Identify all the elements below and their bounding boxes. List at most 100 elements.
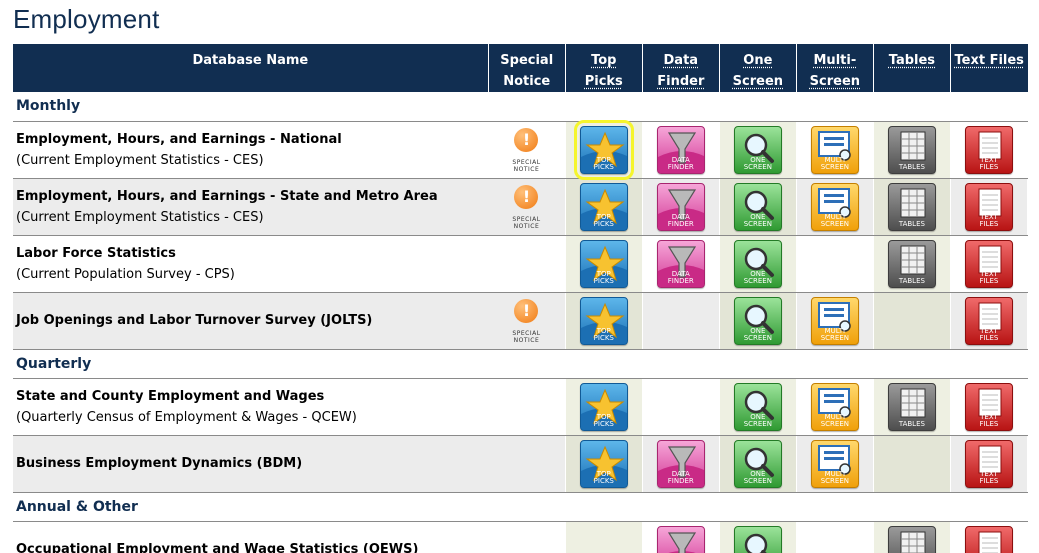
tile-label: DATA FINDER — [667, 155, 694, 171]
section-label: Quarterly — [13, 349, 1028, 379]
tile-label: TOP PICKS — [593, 469, 614, 485]
data-tile-button[interactable]: DATAFINDER — [656, 525, 705, 553]
database-title[interactable]: Employment, Hours, and Earnings - Nation… — [16, 129, 488, 150]
data-tile-button[interactable]: DATAFINDER — [656, 239, 705, 288]
col-database-name: Database Name — [13, 44, 489, 92]
tool-cell-data: DATAFINDER — [642, 121, 720, 179]
special-notice-button[interactable]: ! SPECIAL NOTICE — [506, 297, 546, 345]
data-tile-button[interactable]: DATAFINDER — [656, 125, 705, 174]
tile-label: TEXT FILES — [979, 212, 999, 228]
multi-tile-button[interactable]: MULTI SCREEN — [810, 382, 859, 431]
top-tile-button[interactable]: TOP PICKS — [579, 382, 628, 431]
database-title[interactable]: Employment, Hours, and Earnings - State … — [16, 186, 488, 207]
special-notice-cell — [488, 378, 566, 436]
one-tile-button[interactable]: ONESCREEN — [733, 296, 782, 345]
top-tile-button[interactable]: TOP PICKS — [579, 296, 628, 345]
tile-label: TOP PICKS — [593, 326, 614, 342]
tool-cell-one: ONESCREEN — [719, 235, 797, 293]
tool-cell-tables: TABLES — [873, 521, 951, 553]
data-tile-button[interactable]: DATAFINDER — [656, 439, 705, 488]
top-tile-button[interactable]: TOP PICKS — [579, 182, 628, 231]
special-notice-button[interactable]: ! SPECIAL NOTICE — [506, 183, 546, 231]
special-notice-cell: ! SPECIAL NOTICE — [488, 121, 566, 179]
data-tile-button[interactable]: DATAFINDER — [656, 182, 705, 231]
database-title[interactable]: Labor Force Statistics — [16, 243, 488, 264]
top-tile-button[interactable]: TOP PICKS — [573, 119, 634, 180]
table-row: State and County Employment and Wages (Qu… — [13, 378, 1029, 436]
top-tile-button[interactable]: TOP PICKS — [579, 439, 628, 488]
multi-tile-button[interactable]: MULTI SCREEN — [810, 439, 859, 488]
tile-label: TABLES — [898, 219, 925, 228]
tool-cell-text: TEXTFILES — [950, 178, 1029, 236]
one-tile-button[interactable]: ONESCREEN — [733, 182, 782, 231]
tool-cell-tables — [873, 292, 951, 350]
tables-tile-button[interactable]: TABLES — [887, 239, 936, 288]
top-tile-button[interactable]: TOP PICKS — [579, 239, 628, 288]
text-tile-button[interactable]: TEXTFILES — [964, 525, 1013, 553]
tile-label: DATA FINDER — [667, 469, 694, 485]
text-tile-button[interactable]: TEXTFILES — [964, 382, 1013, 431]
tool-cell-one: ONESCREEN — [719, 121, 797, 179]
database-title[interactable]: State and County Employment and Wages — [16, 386, 488, 407]
database-name-cell: Employment, Hours, and Earnings - State … — [13, 178, 489, 236]
tool-cell-top: TOP PICKS — [565, 435, 643, 493]
database-title[interactable]: Occupational Employment and Wage Statist… — [16, 539, 488, 553]
col-data-finder[interactable]: Data Finder — [642, 44, 720, 92]
exclamation-icon: ! — [514, 184, 539, 209]
col-multi-screen[interactable]: Multi- Screen — [796, 44, 874, 92]
col-text-files[interactable]: Text Files — [950, 44, 1028, 92]
table-header-row: Database Name Special Notice Top Picks Dat… — [13, 44, 1028, 92]
one-tile-button[interactable]: ONESCREEN — [733, 382, 782, 431]
one-tile-button[interactable]: ONESCREEN — [733, 125, 782, 174]
text-tile-button[interactable]: TEXTFILES — [964, 182, 1013, 231]
tables-tile-button[interactable]: TABLES — [887, 125, 936, 174]
multi-tile-button[interactable]: MULTI SCREEN — [810, 296, 859, 345]
tool-cell-top: TOP PICKS — [565, 119, 643, 180]
exclamation-icon: ! — [514, 127, 539, 152]
tool-cell-one: ONESCREEN — [719, 178, 797, 236]
tile-label: DATA FINDER — [667, 212, 694, 228]
special-notice-cell — [488, 235, 566, 293]
table-row: Job Openings and Labor Turnover Survey (… — [13, 292, 1029, 350]
text-tile-button[interactable]: TEXTFILES — [964, 125, 1013, 174]
col-tables[interactable]: Tables — [873, 44, 951, 92]
database-title[interactable]: Job Openings and Labor Turnover Survey (… — [16, 310, 488, 331]
multi-tile-button[interactable]: MULTI SCREEN — [810, 182, 859, 231]
tile-label: ONE SCREEN — [743, 269, 772, 285]
text-tile-button[interactable]: TEXTFILES — [964, 296, 1013, 345]
tile-label: MULTI SCREEN — [820, 155, 849, 171]
database-subtitle: (Current Employment Statistics - CES) — [16, 209, 264, 225]
tool-cell-multi: MULTI SCREEN — [796, 121, 874, 179]
tables-tile-button[interactable]: TABLES — [887, 382, 936, 431]
tile-label: TEXT FILES — [979, 155, 999, 171]
tool-cell-multi — [796, 235, 874, 293]
tool-cell-text: TEXTFILES — [950, 435, 1029, 493]
tile-label: TOP PICKS — [593, 212, 614, 228]
special-notice-cell: ! SPECIAL NOTICE — [488, 178, 566, 236]
col-one-screen[interactable]: One Screen — [719, 44, 797, 92]
tool-cell-data: DATAFINDER — [642, 235, 720, 293]
col-top-picks[interactable]: Top Picks — [565, 44, 643, 92]
tool-cell-multi: MULTI SCREEN — [796, 292, 874, 350]
one-tile-button[interactable]: ONESCREEN — [733, 439, 782, 488]
tables-tile-button[interactable]: TABLES — [887, 525, 936, 553]
tool-cell-data: DATAFINDER — [642, 435, 720, 493]
tile-label: TEXT FILES — [979, 269, 999, 285]
section-label: Annual & Other — [13, 492, 1028, 522]
database-title[interactable]: Business Employment Dynamics (BDM) — [16, 453, 488, 474]
multi-tile-button[interactable]: MULTI SCREEN — [810, 125, 859, 174]
text-tile-button[interactable]: TEXTFILES — [964, 439, 1013, 488]
tool-cell-top — [565, 521, 643, 553]
special-notice-label: SPECIAL NOTICE — [512, 158, 541, 173]
tool-cell-one: ONESCREEN — [719, 435, 797, 493]
special-notice-button[interactable]: ! SPECIAL NOTICE — [506, 126, 546, 174]
tile-label: DATA FINDER — [667, 269, 694, 285]
tile-label: TEXT FILES — [979, 469, 999, 485]
text-tile-button[interactable]: TEXTFILES — [964, 239, 1013, 288]
database-table: Database Name Special Notice Top Picks Dat… — [13, 44, 1029, 553]
tool-cell-top: TOP PICKS — [565, 178, 643, 236]
tool-cell-tables: TABLES — [873, 378, 951, 436]
tables-tile-button[interactable]: TABLES — [887, 182, 936, 231]
one-tile-button[interactable]: ONESCREEN — [733, 239, 782, 288]
one-tile-button[interactable]: ONESCREEN — [733, 525, 782, 553]
